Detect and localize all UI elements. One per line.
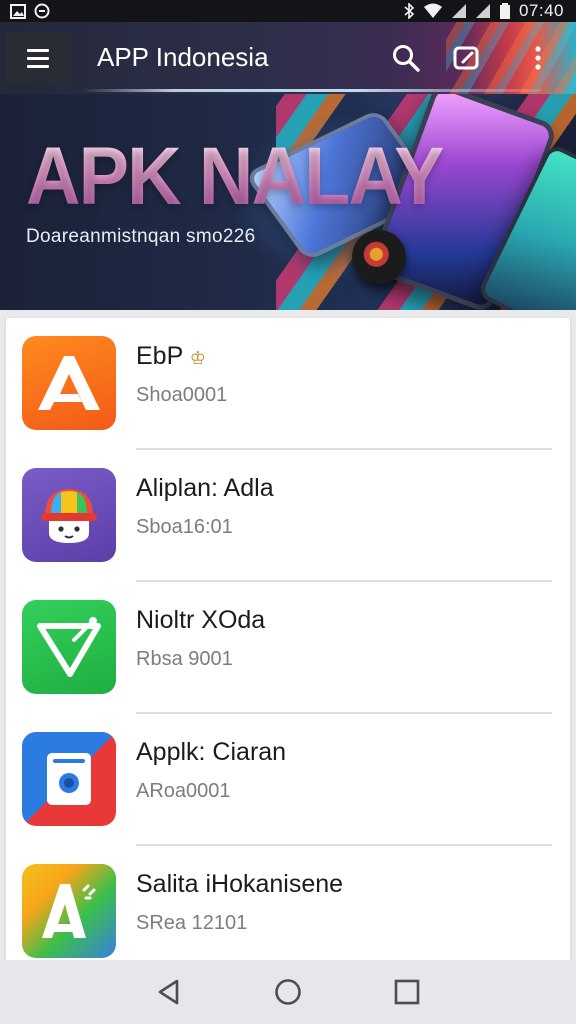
menu-icon-line — [27, 48, 49, 52]
more-icon — [535, 46, 541, 70]
home-icon — [275, 979, 301, 1005]
app-icon — [22, 468, 116, 562]
banner-accessory-image — [352, 230, 406, 284]
status-bar: 07:40 — [0, 0, 576, 22]
list-item[interactable]: EbP ♔ Shoa0001 — [6, 318, 570, 450]
app-name: EbP ♔ — [136, 342, 206, 371]
battery-icon — [499, 3, 510, 19]
banner-title: APK NALAY — [26, 131, 444, 222]
status-left — [10, 3, 50, 19]
search-icon — [393, 45, 420, 72]
crown-icon: ♔ — [189, 348, 206, 368]
app-subtitle: Sboa16:01 — [136, 516, 233, 538]
phone-screen: 07:40 APP Indonesia APK NALAY Doareanmis… — [0, 0, 576, 1024]
app-name: Salita iHokanisene — [136, 870, 344, 898]
mascot-icon — [41, 489, 97, 543]
menu-icon-line — [27, 56, 49, 60]
home-button[interactable] — [268, 972, 308, 1012]
edit-icon — [453, 46, 479, 70]
app-subtitle: Shoa0001 — [136, 384, 228, 406]
letter-a-icon — [42, 884, 96, 938]
system-nav-bar — [0, 960, 576, 1024]
recents-button[interactable] — [387, 972, 427, 1012]
app-title: APP Indonesia — [97, 42, 269, 72]
app-name: Aliplan: Adla — [136, 474, 274, 502]
app-subtitle: Rbsa 9001 — [136, 648, 233, 670]
shield-v-icon — [37, 617, 101, 677]
promo-banner[interactable]: APK NALAY Doareanmistnqan smo226 — [0, 94, 576, 310]
app-subtitle: ARoa0001 — [136, 780, 231, 802]
banner-subtitle: Doareanmistnqan smo226 — [26, 226, 256, 247]
washer-icon — [47, 753, 91, 805]
back-icon — [159, 979, 179, 1005]
app-name-text: EbP — [136, 342, 183, 370]
menu-icon-line — [27, 64, 49, 68]
app-list: EbP ♔ Shoa0001 Aliplan: Adla Sboa16:01 N… — [6, 318, 570, 966]
back-button[interactable] — [149, 972, 189, 1012]
app-name: Applk: Ciaran — [136, 738, 287, 766]
app-name: Nioltr XOda — [136, 606, 266, 634]
app-icon — [22, 864, 116, 958]
edit-button[interactable] — [449, 40, 485, 76]
signal-icon — [451, 4, 466, 18]
app-subtitle: SRea 12101 — [136, 912, 248, 934]
message-icon — [34, 3, 50, 19]
search-button[interactable] — [388, 40, 424, 76]
signal-icon — [475, 4, 490, 18]
app-bar-underline — [82, 89, 542, 92]
app-icon — [22, 336, 116, 430]
list-item[interactable]: Nioltr XOda Rbsa 9001 — [6, 582, 570, 714]
list-item[interactable]: Aliplan: Adla Sboa16:01 — [6, 450, 570, 582]
list-item[interactable]: Salita iHokanisene SRea 12101 — [6, 846, 570, 966]
status-right: 07:40 — [403, 1, 564, 21]
letter-a-icon — [38, 356, 100, 410]
bluetooth-icon — [404, 3, 415, 19]
app-bar: APP Indonesia — [0, 22, 576, 94]
wifi-icon — [423, 3, 442, 18]
list-item[interactable]: Applk: Ciaran ARoa0001 — [6, 714, 570, 846]
menu-button[interactable] — [6, 32, 70, 84]
status-time: 07:40 — [518, 1, 564, 20]
app-icon — [22, 600, 116, 694]
app-icon — [22, 732, 116, 826]
more-options-button[interactable] — [520, 40, 556, 76]
gallery-icon — [10, 3, 26, 19]
recents-icon — [394, 979, 419, 1005]
